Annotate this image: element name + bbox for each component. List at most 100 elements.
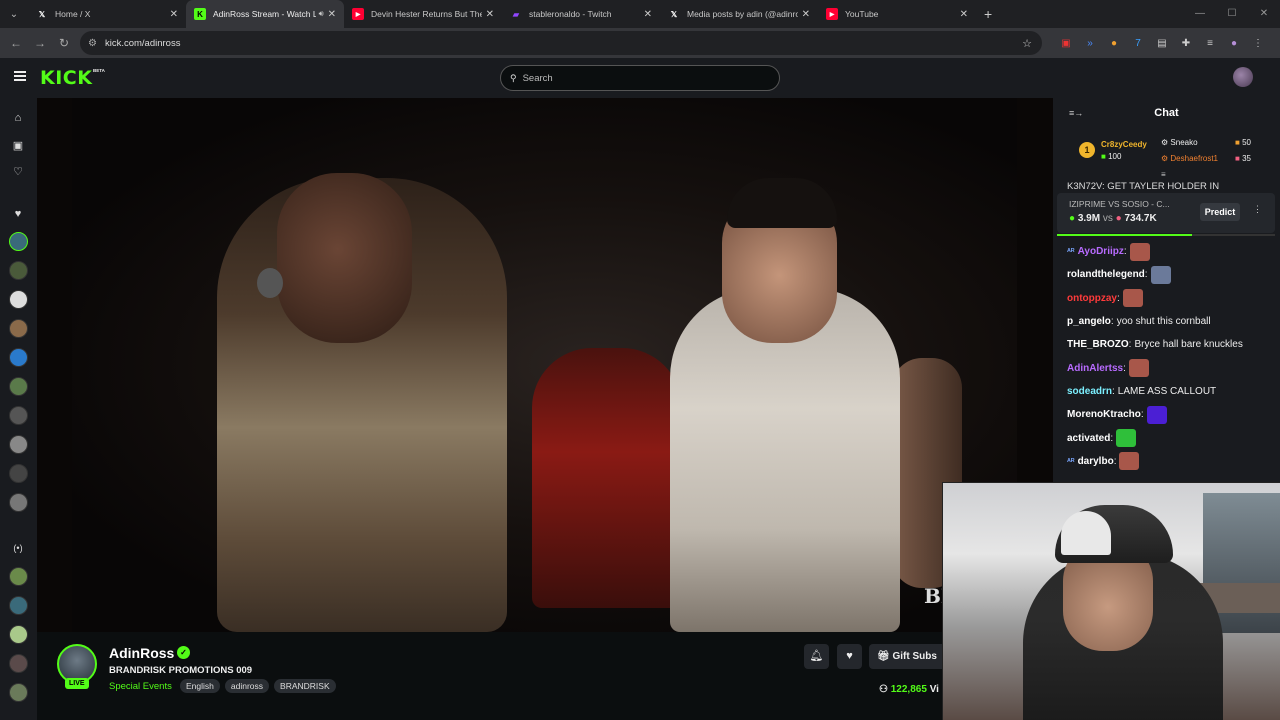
recommended-channel-avatar[interactable] — [9, 654, 28, 673]
followed-channel-avatar[interactable] — [9, 435, 28, 454]
leaderboard-user[interactable]: ⚙ Sneako — [1161, 138, 1198, 147]
close-tab-icon[interactable]: ✕ — [802, 9, 810, 20]
chat-panel: ≡→ Chat 1 Cr8zyCeedy ■ 100 ⚙ Sneako ■ 50… — [1053, 98, 1280, 482]
browser-tab[interactable]: ▰ stableronaldo - Twitch ✕ — [502, 0, 660, 28]
followed-channel-avatar[interactable] — [9, 464, 28, 483]
tab-search-chevron-icon[interactable]: ⌄ — [0, 0, 28, 28]
close-tab-icon[interactable]: ✕ — [486, 9, 494, 20]
browser-tab[interactable]: 𝕏 Media posts by adin (@adinross) ✕ — [660, 0, 818, 28]
bookmark-star-icon[interactable]: ☆ — [1022, 37, 1032, 50]
chat-username[interactable]: AdinAlertss — [1067, 363, 1123, 374]
gift-leaderboard: 1 Cr8zyCeedy ■ 100 ⚙ Sneako ■ 50 ⚙ Desha… — [1053, 130, 1280, 182]
followed-channel-avatar[interactable] — [9, 377, 28, 396]
close-tab-icon[interactable]: ✕ — [328, 9, 336, 20]
notification-bell-button[interactable]: 🔔︎ — [804, 644, 829, 669]
chat-username[interactable]: AyoDriipz — [1078, 246, 1124, 257]
extension-blue-icon[interactable]: » — [1078, 38, 1102, 49]
channel-info: LIVE AdinRoss ✓ BRANDRISK PROMOTIONS 009… — [37, 632, 959, 720]
site-info-icon[interactable]: ⚙ — [88, 38, 97, 49]
profile-icon[interactable]: ● — [1222, 38, 1246, 49]
leaderboard-top-user[interactable]: Cr8zyCeedy — [1101, 140, 1147, 149]
chat-colon: : — [1113, 455, 1117, 467]
followed-channel-avatar[interactable] — [9, 290, 28, 309]
tag-pill[interactable]: English — [180, 679, 220, 693]
following-section-heart-icon: ♥ — [14, 208, 22, 220]
video-person-left-head — [277, 173, 412, 343]
minimize-icon[interactable]: — — [1184, 0, 1216, 28]
leaderboard-value: ■ 35 — [1235, 154, 1251, 163]
leaderboard-value: ■ 50 — [1235, 138, 1251, 147]
followed-channel-avatar[interactable] — [9, 232, 28, 251]
chat-username[interactable]: ontoppzay — [1067, 293, 1117, 304]
prediction-more-icon[interactable]: ⋮ — [1253, 204, 1262, 215]
chat-username[interactable]: activated — [1067, 433, 1110, 444]
chat-emote-icon[interactable] — [1128, 359, 1149, 378]
extensions-puzzle-icon[interactable]: ✚ — [1174, 38, 1198, 49]
forward-icon[interactable]: → — [28, 36, 52, 50]
reload-icon[interactable]: ↻ — [52, 36, 76, 50]
followed-channel-avatar[interactable] — [9, 319, 28, 338]
extension-seven-icon[interactable]: 7 — [1126, 38, 1150, 49]
close-tab-icon[interactable]: ✕ — [960, 9, 968, 20]
chat-username[interactable]: THE_BROZO — [1067, 339, 1129, 350]
prediction-progress-fill — [1057, 234, 1193, 236]
reading-list-icon[interactable]: ≡ — [1198, 38, 1222, 49]
chat-emote-icon[interactable] — [1129, 242, 1150, 261]
recommended-channel-avatar[interactable] — [9, 567, 28, 586]
recommended-channel-avatar[interactable] — [9, 683, 28, 702]
followed-channel-avatar[interactable] — [9, 261, 28, 280]
chat-emote-icon[interactable] — [1119, 452, 1140, 471]
chat-emote-icon[interactable] — [1150, 265, 1171, 284]
back-icon[interactable]: ← — [4, 36, 28, 50]
stream-category-link[interactable]: Special Events — [109, 681, 172, 692]
chat-username[interactable]: p_angelo — [1067, 316, 1111, 327]
chat-colon: : — [1110, 316, 1114, 328]
followed-channel-avatar[interactable] — [9, 348, 28, 367]
user-badge-icon: ᴬᴿ — [1067, 247, 1075, 257]
follow-heart-button[interactable]: ♥ — [837, 644, 862, 669]
chat-message: rolandthelegend: — [1067, 263, 1277, 286]
browser-tab[interactable]: ▶ YouTube ✕ — [818, 0, 976, 28]
following-heart-icon[interactable]: ♡ — [11, 165, 25, 178]
extension-orange-icon[interactable]: ● — [1102, 38, 1126, 49]
video-player[interactable]: BR — [37, 98, 1053, 632]
new-tab-button[interactable]: + — [984, 6, 992, 22]
chat-emote-icon[interactable] — [1146, 405, 1167, 424]
pinned-message-peek: K3N72V: GET TAYLER HOLDER IN — [1067, 181, 1220, 191]
menu-icon[interactable] — [14, 71, 26, 81]
search-input[interactable]: ⚲ Search — [500, 65, 780, 91]
tag-pill[interactable]: BRANDRISK — [274, 679, 336, 693]
browser-tab[interactable]: ▶ Devin Hester Returns But They ✕ — [344, 0, 502, 28]
close-tab-icon[interactable]: ✕ — [170, 9, 178, 20]
browse-icon[interactable]: ▣ — [11, 139, 25, 152]
user-avatar[interactable] — [1233, 67, 1253, 87]
maximize-icon[interactable]: ☐ — [1216, 0, 1248, 28]
chat-emote-icon[interactable] — [1122, 289, 1143, 308]
recommended-channel-avatar[interactable] — [9, 596, 28, 615]
recommended-channel-avatar[interactable] — [9, 625, 28, 644]
tag-pill[interactable]: adinross — [224, 679, 270, 693]
predict-button[interactable]: Predict — [1200, 203, 1240, 221]
tab-audio-icon[interactable]: 🔊︎ — [319, 9, 324, 19]
chat-username[interactable]: darylbo — [1078, 456, 1114, 467]
gift-subs-label: Gift Subs — [892, 651, 937, 662]
home-icon[interactable]: ⌂ — [11, 112, 25, 124]
kick-logo[interactable]: KICK — [40, 67, 92, 89]
chat-username[interactable]: sodeadrn — [1067, 386, 1112, 397]
close-window-icon[interactable]: ✕ — [1248, 0, 1280, 28]
browser-tab[interactable]: K AdinRoss Stream - Watch Live🔊︎ ✕ — [186, 0, 344, 28]
close-tab-icon[interactable]: ✕ — [644, 9, 652, 20]
expand-chevron-icon[interactable]: ≡ — [1161, 170, 1166, 179]
extension-red-icon[interactable]: ▣ — [1054, 38, 1078, 49]
chat-emote-icon[interactable] — [1116, 429, 1137, 448]
address-bar[interactable]: ⚙ kick.com/adinross ☆ — [80, 31, 1042, 55]
chat-username[interactable]: rolandthelegend — [1067, 269, 1145, 280]
browser-menu-icon[interactable]: ⋮ — [1246, 38, 1270, 49]
chat-username[interactable]: MorenoKtracho — [1067, 409, 1141, 420]
followed-channel-avatar[interactable] — [9, 493, 28, 512]
channel-name[interactable]: AdinRoss — [109, 645, 174, 661]
browser-tab[interactable]: 𝕏 Home / X ✕ — [28, 0, 186, 28]
followed-channel-avatar[interactable] — [9, 406, 28, 425]
extension-grey-icon[interactable]: ▤ — [1150, 38, 1174, 49]
leaderboard-user[interactable]: ⚙ Deshaefrost1 — [1161, 154, 1218, 163]
